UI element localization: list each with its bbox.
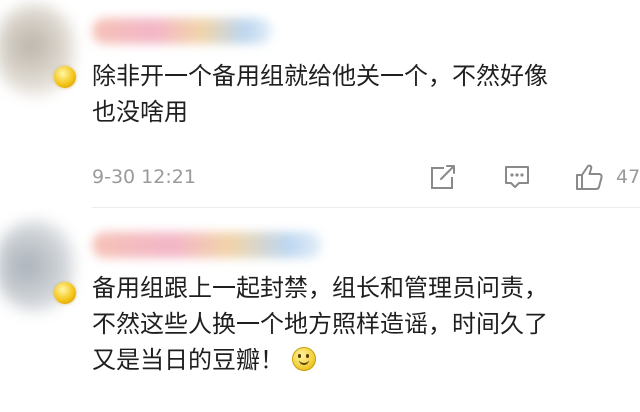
- comment-text-line: 又是当日的豆瓣！: [92, 342, 640, 378]
- comment-text-line: 备用组跟上一起封禁，组长和管理员问责，: [92, 274, 548, 302]
- username-blurred[interactable]: [92, 232, 322, 258]
- vip-badge-icon: [54, 66, 76, 88]
- comment-text: 除非开一个备用组就给他关一个，不然好像 也没啥用: [92, 58, 640, 130]
- like-count: 47: [616, 166, 640, 188]
- thumbs-up-icon[interactable]: [574, 162, 604, 192]
- comment-meta-bar: 9-30 12:21 47: [0, 162, 640, 194]
- comment-text-segment: 又是当日的豆瓣！: [92, 346, 284, 374]
- comment-text: 备用组跟上一起封禁，组长和管理员问责， 不然这些人换一个地方照样造谣，时间久了 …: [92, 270, 640, 378]
- comment-text-line: 不然这些人换一个地方照样造谣，时间久了: [92, 310, 548, 338]
- username-blurred[interactable]: [92, 18, 272, 44]
- smile-emoji-icon: [292, 347, 316, 371]
- comment-text-line: 也没啥用: [92, 98, 188, 126]
- share-icon[interactable]: [428, 162, 458, 192]
- comment-timestamp: 9-30 12:21: [92, 166, 196, 188]
- comment-text-line: 除非开一个备用组就给他关一个，不然好像: [92, 62, 548, 90]
- vip-badge-icon: [54, 282, 76, 304]
- comment-item: 备用组跟上一起封禁，组长和管理员问责， 不然这些人换一个地方照样造谣，时间久了 …: [0, 210, 640, 412]
- comment-icon[interactable]: [502, 162, 532, 192]
- comment-item: 除非开一个备用组就给他关一个，不然好像 也没啥用 9-30 12:21 47: [0, 0, 640, 208]
- divider: [92, 207, 640, 208]
- comment-list: 除非开一个备用组就给他关一个，不然好像 也没啥用 9-30 12:21 47 备…: [0, 0, 640, 412]
